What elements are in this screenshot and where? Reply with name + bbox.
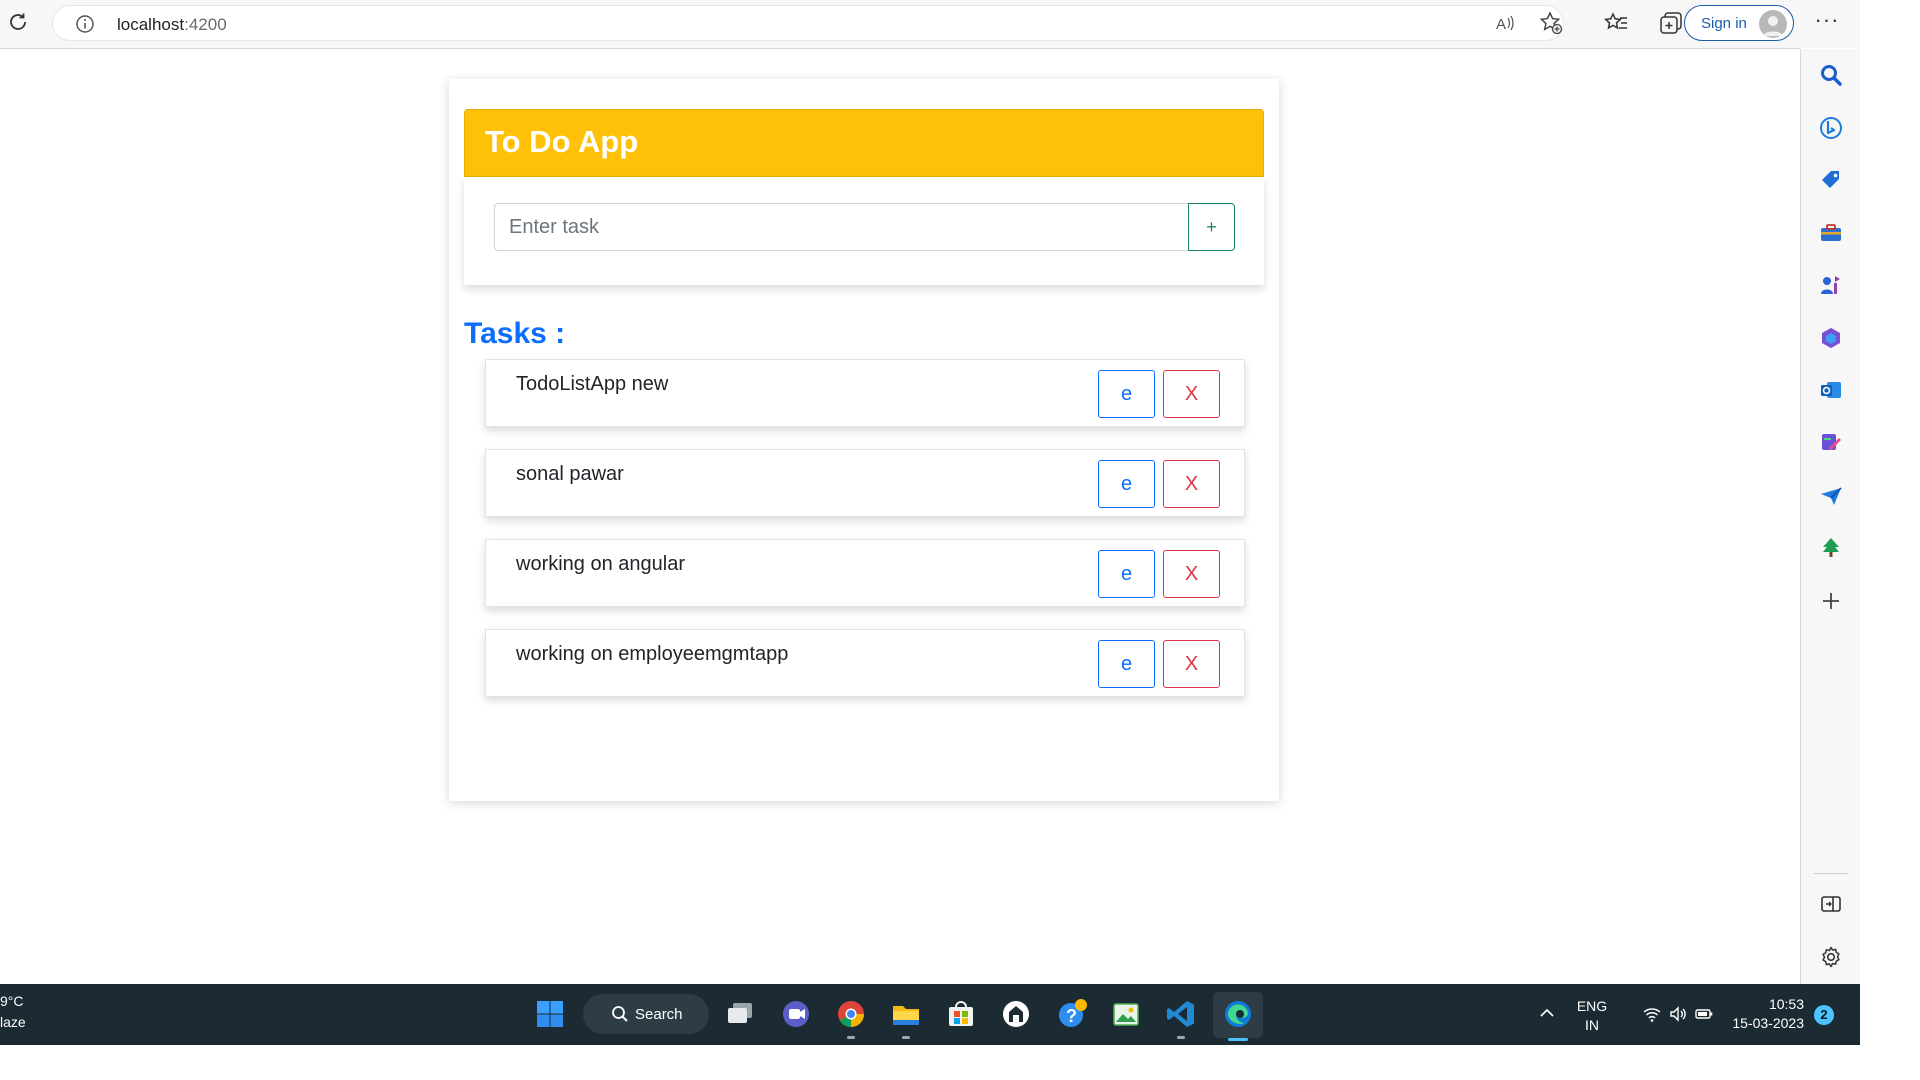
vscode-icon[interactable]: [1165, 998, 1197, 1030]
info-icon[interactable]: [75, 14, 95, 34]
task-text: TodoListApp new: [516, 373, 669, 395]
svg-text:?: ?: [1066, 1006, 1077, 1026]
tree-icon[interactable]: [1818, 535, 1844, 561]
address-bar[interactable]: localhost:4200: [52, 5, 1564, 41]
todo-app-card: To Do App + Tasks : TodoListApp new e X …: [449, 79, 1279, 801]
delete-task-button[interactable]: X: [1163, 460, 1220, 508]
store-icon[interactable]: [945, 998, 977, 1030]
teams-icon[interactable]: [780, 998, 812, 1030]
app-icon[interactable]: [1000, 998, 1032, 1030]
edit-task-button[interactable]: e: [1098, 370, 1155, 418]
settings-icon[interactable]: [1818, 944, 1844, 970]
language-region[interactable]: IN: [1574, 1017, 1610, 1033]
chrome-icon[interactable]: [835, 998, 867, 1030]
delete-task-button[interactable]: X: [1163, 370, 1220, 418]
help-icon[interactable]: ?: [1056, 998, 1088, 1030]
games-icon[interactable]: [1818, 272, 1844, 298]
windows-start-icon[interactable]: [534, 998, 566, 1030]
tasks-heading: Tasks :: [464, 317, 566, 350]
battery-icon[interactable]: [1694, 1004, 1714, 1024]
edge-icon[interactable]: [1222, 998, 1254, 1030]
task-item: sonal pawar e X: [485, 449, 1245, 517]
notification-badge[interactable]: 2: [1814, 1005, 1834, 1025]
task-item: working on employeemgmtapp e X: [485, 629, 1245, 697]
add-task-button[interactable]: +: [1188, 203, 1235, 251]
windows-taskbar: 9°C laze Search ? ENG IN 10:53 15-03-202…: [0, 984, 1860, 1045]
screen: localhost:4200 A Sign in ··· To Do App E…: [0, 0, 1920, 1080]
running-indicator: [902, 1036, 910, 1039]
task-item: TodoListApp new e X: [485, 359, 1245, 427]
task-text: working on employeemgmtapp: [516, 643, 789, 665]
collections-icon[interactable]: [1658, 10, 1684, 36]
more-icon[interactable]: ···: [1812, 9, 1842, 36]
running-indicator: [1177, 1036, 1185, 1039]
sign-in-button[interactable]: Sign in: [1684, 5, 1794, 41]
add-icon[interactable]: [1818, 588, 1844, 614]
send-icon[interactable]: [1818, 483, 1844, 509]
taskbar-search[interactable]: Search: [583, 994, 709, 1034]
page-content: To Do App + Tasks : TodoListApp new e X …: [0, 49, 1800, 984]
running-indicator: [847, 1036, 855, 1039]
outlook-icon[interactable]: [1818, 377, 1844, 403]
edit-task-button[interactable]: e: [1098, 550, 1155, 598]
task-text: working on angular: [516, 553, 685, 575]
chevron-up-icon[interactable]: [1538, 1004, 1556, 1022]
file-explorer-icon[interactable]: [890, 998, 922, 1030]
designer-icon[interactable]: [1818, 430, 1844, 456]
task-view-icon[interactable]: [724, 998, 756, 1030]
read-aloud-icon[interactable]: A: [1493, 10, 1519, 36]
tools-icon[interactable]: [1818, 220, 1844, 246]
delete-task-button[interactable]: X: [1163, 550, 1220, 598]
split-screen-icon[interactable]: [1818, 891, 1844, 917]
delete-task-button[interactable]: X: [1163, 640, 1220, 688]
sign-in-label: Sign in: [1701, 15, 1747, 32]
edit-task-button[interactable]: e: [1098, 460, 1155, 508]
task-text: sonal pawar: [516, 463, 624, 485]
bing-icon[interactable]: [1818, 115, 1844, 141]
app-title: To Do App: [485, 124, 639, 159]
search-icon: [612, 1006, 628, 1022]
svg-text:A: A: [1496, 16, 1506, 33]
wifi-icon[interactable]: [1642, 1004, 1662, 1024]
taskbar-search-label: Search: [635, 1006, 683, 1023]
shopping-icon[interactable]: [1818, 167, 1844, 193]
sidebar-divider: [1814, 873, 1848, 874]
task-item: working on angular e X: [485, 539, 1245, 607]
add-favorite-icon[interactable]: [1538, 10, 1564, 36]
active-app-indicator: [1228, 1038, 1248, 1041]
language-indicator[interactable]: ENG: [1574, 998, 1610, 1014]
weather-temperature[interactable]: 9°C: [0, 993, 24, 1009]
reload-icon[interactable]: [6, 10, 30, 34]
photos-icon[interactable]: [1110, 998, 1142, 1030]
clock-date[interactable]: 15-03-2023: [1724, 1015, 1804, 1031]
url-text[interactable]: localhost:4200: [117, 15, 227, 35]
favorites-icon[interactable]: [1603, 10, 1629, 36]
clock-time[interactable]: 10:53: [1724, 996, 1804, 1012]
task-input-panel: +: [464, 177, 1264, 285]
url-port: :4200: [184, 15, 227, 34]
edit-task-button[interactable]: e: [1098, 640, 1155, 688]
search-icon[interactable]: [1818, 62, 1844, 88]
url-host: localhost: [117, 15, 185, 34]
avatar-icon: [1759, 10, 1787, 38]
weather-description[interactable]: laze: [0, 1014, 26, 1030]
browser-toolbar: localhost:4200 A Sign in ···: [0, 0, 1860, 48]
task-input[interactable]: [494, 203, 1189, 251]
office-icon[interactable]: [1818, 325, 1844, 351]
volume-icon[interactable]: [1668, 1004, 1688, 1024]
app-header: To Do App: [464, 109, 1264, 177]
browser-sidebar: [1800, 49, 1860, 984]
